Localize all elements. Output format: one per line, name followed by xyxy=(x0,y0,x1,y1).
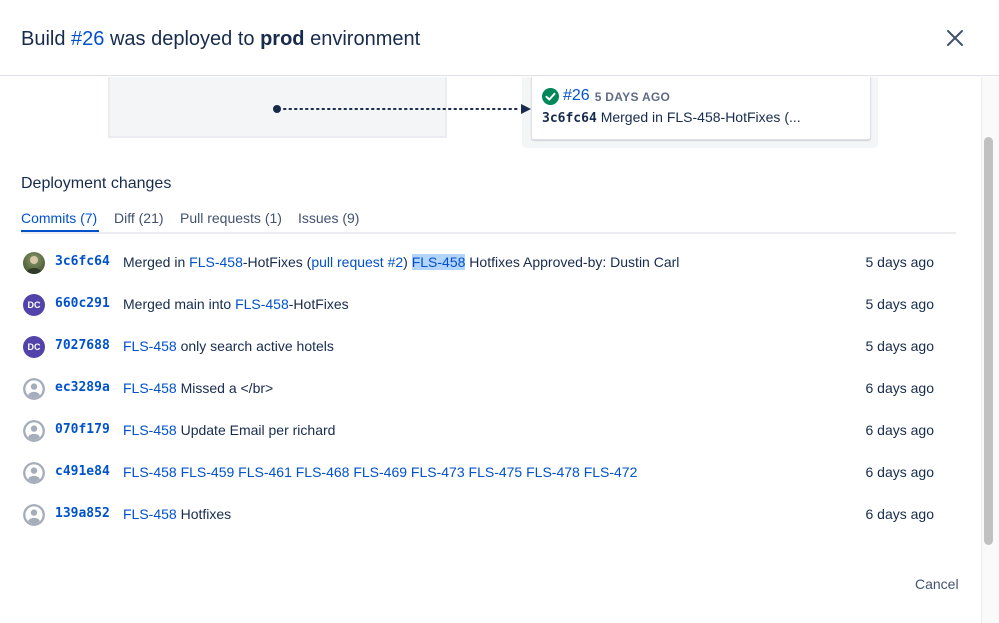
scrollbar-thumb[interactable] xyxy=(984,137,993,545)
modal-header: Build #26 was deployed to prod environme… xyxy=(0,0,999,76)
commit-message: FLS-458 Hotfixes xyxy=(123,506,231,522)
default-user-icon xyxy=(23,420,45,442)
commit-row: DC 660c291 Merged main into FLS-458-HotF… xyxy=(21,291,956,319)
tab-issues[interactable]: Issues (9) xyxy=(298,210,359,226)
commit-message: FLS-458 only search active hotels xyxy=(123,338,334,354)
commit-message-text: -HotFixes ( xyxy=(242,254,312,270)
default-user-icon xyxy=(23,504,45,526)
commit-hash-link[interactable]: 3c6fc64 xyxy=(55,254,110,269)
section-title: Deployment changes xyxy=(21,175,172,192)
issue-link[interactable]: FLS-458 xyxy=(123,422,177,438)
deployment-commit-message: Merged in FLS-458-HotFixes (... xyxy=(600,109,801,125)
build-link[interactable]: #26 xyxy=(71,28,104,50)
commit-message-text: -HotFixes xyxy=(288,296,349,312)
commit-date: 5 days ago xyxy=(865,254,935,270)
tab-commits[interactable]: Commits (7) xyxy=(21,210,97,226)
issue-link[interactable]: FLS-458 xyxy=(411,254,466,270)
commit-message-text: Missed a </br> xyxy=(176,380,274,396)
deployment-time-ago: 5 DAYS AGO xyxy=(594,90,671,104)
commit-row: 3c6fc64 Merged in FLS-458-HotFixes (pull… xyxy=(21,249,956,277)
commit-hash-link[interactable]: c491e84 xyxy=(55,464,110,479)
pull-request-link[interactable]: pull request #2 xyxy=(311,254,403,270)
deployment-commit-hash: 3c6fc64 xyxy=(542,111,597,126)
active-tab-indicator xyxy=(21,230,99,232)
environment-name: prod xyxy=(260,28,305,50)
commit-row: c491e84 FLS-458 FLS-459 FLS-461 FLS-468 … xyxy=(21,459,956,487)
avatar[interactable]: DC xyxy=(23,336,45,358)
commit-message-text: only search active hotels xyxy=(176,338,334,354)
commit-message: Merged main into FLS-458-HotFixes xyxy=(123,296,349,312)
commit-date: 5 days ago xyxy=(865,296,935,312)
commit-date: 6 days ago xyxy=(865,422,935,438)
commit-message-text: Update Email per richard xyxy=(176,422,336,438)
commit-hash-link[interactable]: 660c291 xyxy=(55,296,110,311)
avatar[interactable] xyxy=(23,252,45,274)
commit-date: 6 days ago xyxy=(865,506,935,522)
close-button[interactable] xyxy=(941,24,969,52)
avatar[interactable] xyxy=(23,462,45,484)
success-check-icon xyxy=(542,87,559,105)
avatar[interactable] xyxy=(23,420,45,442)
commit-row: 070f179 FLS-458 Update Email per richard… xyxy=(21,417,956,445)
deployment-card-header: #26 5 DAYS AGO xyxy=(542,85,670,107)
commit-hash-link[interactable]: 139a852 xyxy=(55,506,110,521)
issue-link[interactable]: FLS-458 xyxy=(189,254,243,270)
title-prefix: Build xyxy=(21,28,66,50)
modal-title: Build #26 was deployed to prod environme… xyxy=(21,27,420,51)
commit-message-text: Hotfixes Approved-by: Dustin Carl xyxy=(465,254,680,270)
commit-message-text: Hotfixes xyxy=(176,506,232,522)
commit-hash-link[interactable]: 7027688 xyxy=(55,338,110,353)
tab-diff[interactable]: Diff (21) xyxy=(114,210,164,226)
deployment-flow-arrow xyxy=(273,104,531,114)
tab-pull-requests[interactable]: Pull requests (1) xyxy=(180,210,282,226)
avatar[interactable] xyxy=(23,504,45,526)
deployment-build-number[interactable]: #26 xyxy=(563,87,590,105)
changes-tabs: Commits (7) Diff (21) Pull requests (1) … xyxy=(21,208,956,234)
issue-link[interactable]: FLS-458 xyxy=(123,506,177,522)
commit-hash-link[interactable]: ec3289a xyxy=(55,380,110,395)
avatar[interactable] xyxy=(23,378,45,400)
commit-row: 139a852 FLS-458 Hotfixes 6 days ago xyxy=(21,501,956,529)
commit-message-text: Merged in xyxy=(123,254,190,270)
issue-links[interactable]: FLS-458 FLS-459 FLS-461 FLS-468 FLS-469 … xyxy=(123,464,637,480)
commit-message: FLS-458 Update Email per richard xyxy=(123,422,335,438)
title-suffix: environment xyxy=(310,28,421,50)
close-icon xyxy=(947,30,963,46)
commit-date: 5 days ago xyxy=(865,338,935,354)
commit-message: FLS-458 Missed a </br> xyxy=(123,380,273,396)
commit-date: 6 days ago xyxy=(865,380,935,396)
commit-message: FLS-458 FLS-459 FLS-461 FLS-468 FLS-469 … xyxy=(123,464,637,480)
commit-hash-link[interactable]: 070f179 xyxy=(55,422,110,437)
title-mid: was deployed to xyxy=(109,28,255,50)
issue-link[interactable]: FLS-458 xyxy=(123,380,177,396)
commit-message-text: ) xyxy=(403,254,412,270)
issue-link[interactable]: FLS-458 xyxy=(235,296,289,312)
commit-date: 6 days ago xyxy=(865,464,935,480)
deployment-card-commit: 3c6fc64 Merged in FLS-458-HotFixes (... xyxy=(542,109,801,126)
commit-row: DC 7027688 FLS-458 only search active ho… xyxy=(21,333,956,361)
commit-message: Merged in FLS-458-HotFixes (pull request… xyxy=(123,254,679,270)
deployment-card[interactable]: #26 5 DAYS AGO 3c6fc64 Merged in FLS-458… xyxy=(531,77,871,140)
default-user-icon xyxy=(23,462,45,484)
commit-row: ec3289a FLS-458 Missed a </br> 6 days ag… xyxy=(21,375,956,403)
user-photo-icon xyxy=(26,256,42,274)
cancel-button[interactable]: Cancel xyxy=(905,572,969,596)
avatar[interactable]: DC xyxy=(23,294,45,316)
issue-link[interactable]: FLS-458 xyxy=(123,338,177,354)
default-user-icon xyxy=(23,378,45,400)
commit-message-text: Merged main into xyxy=(123,296,236,312)
